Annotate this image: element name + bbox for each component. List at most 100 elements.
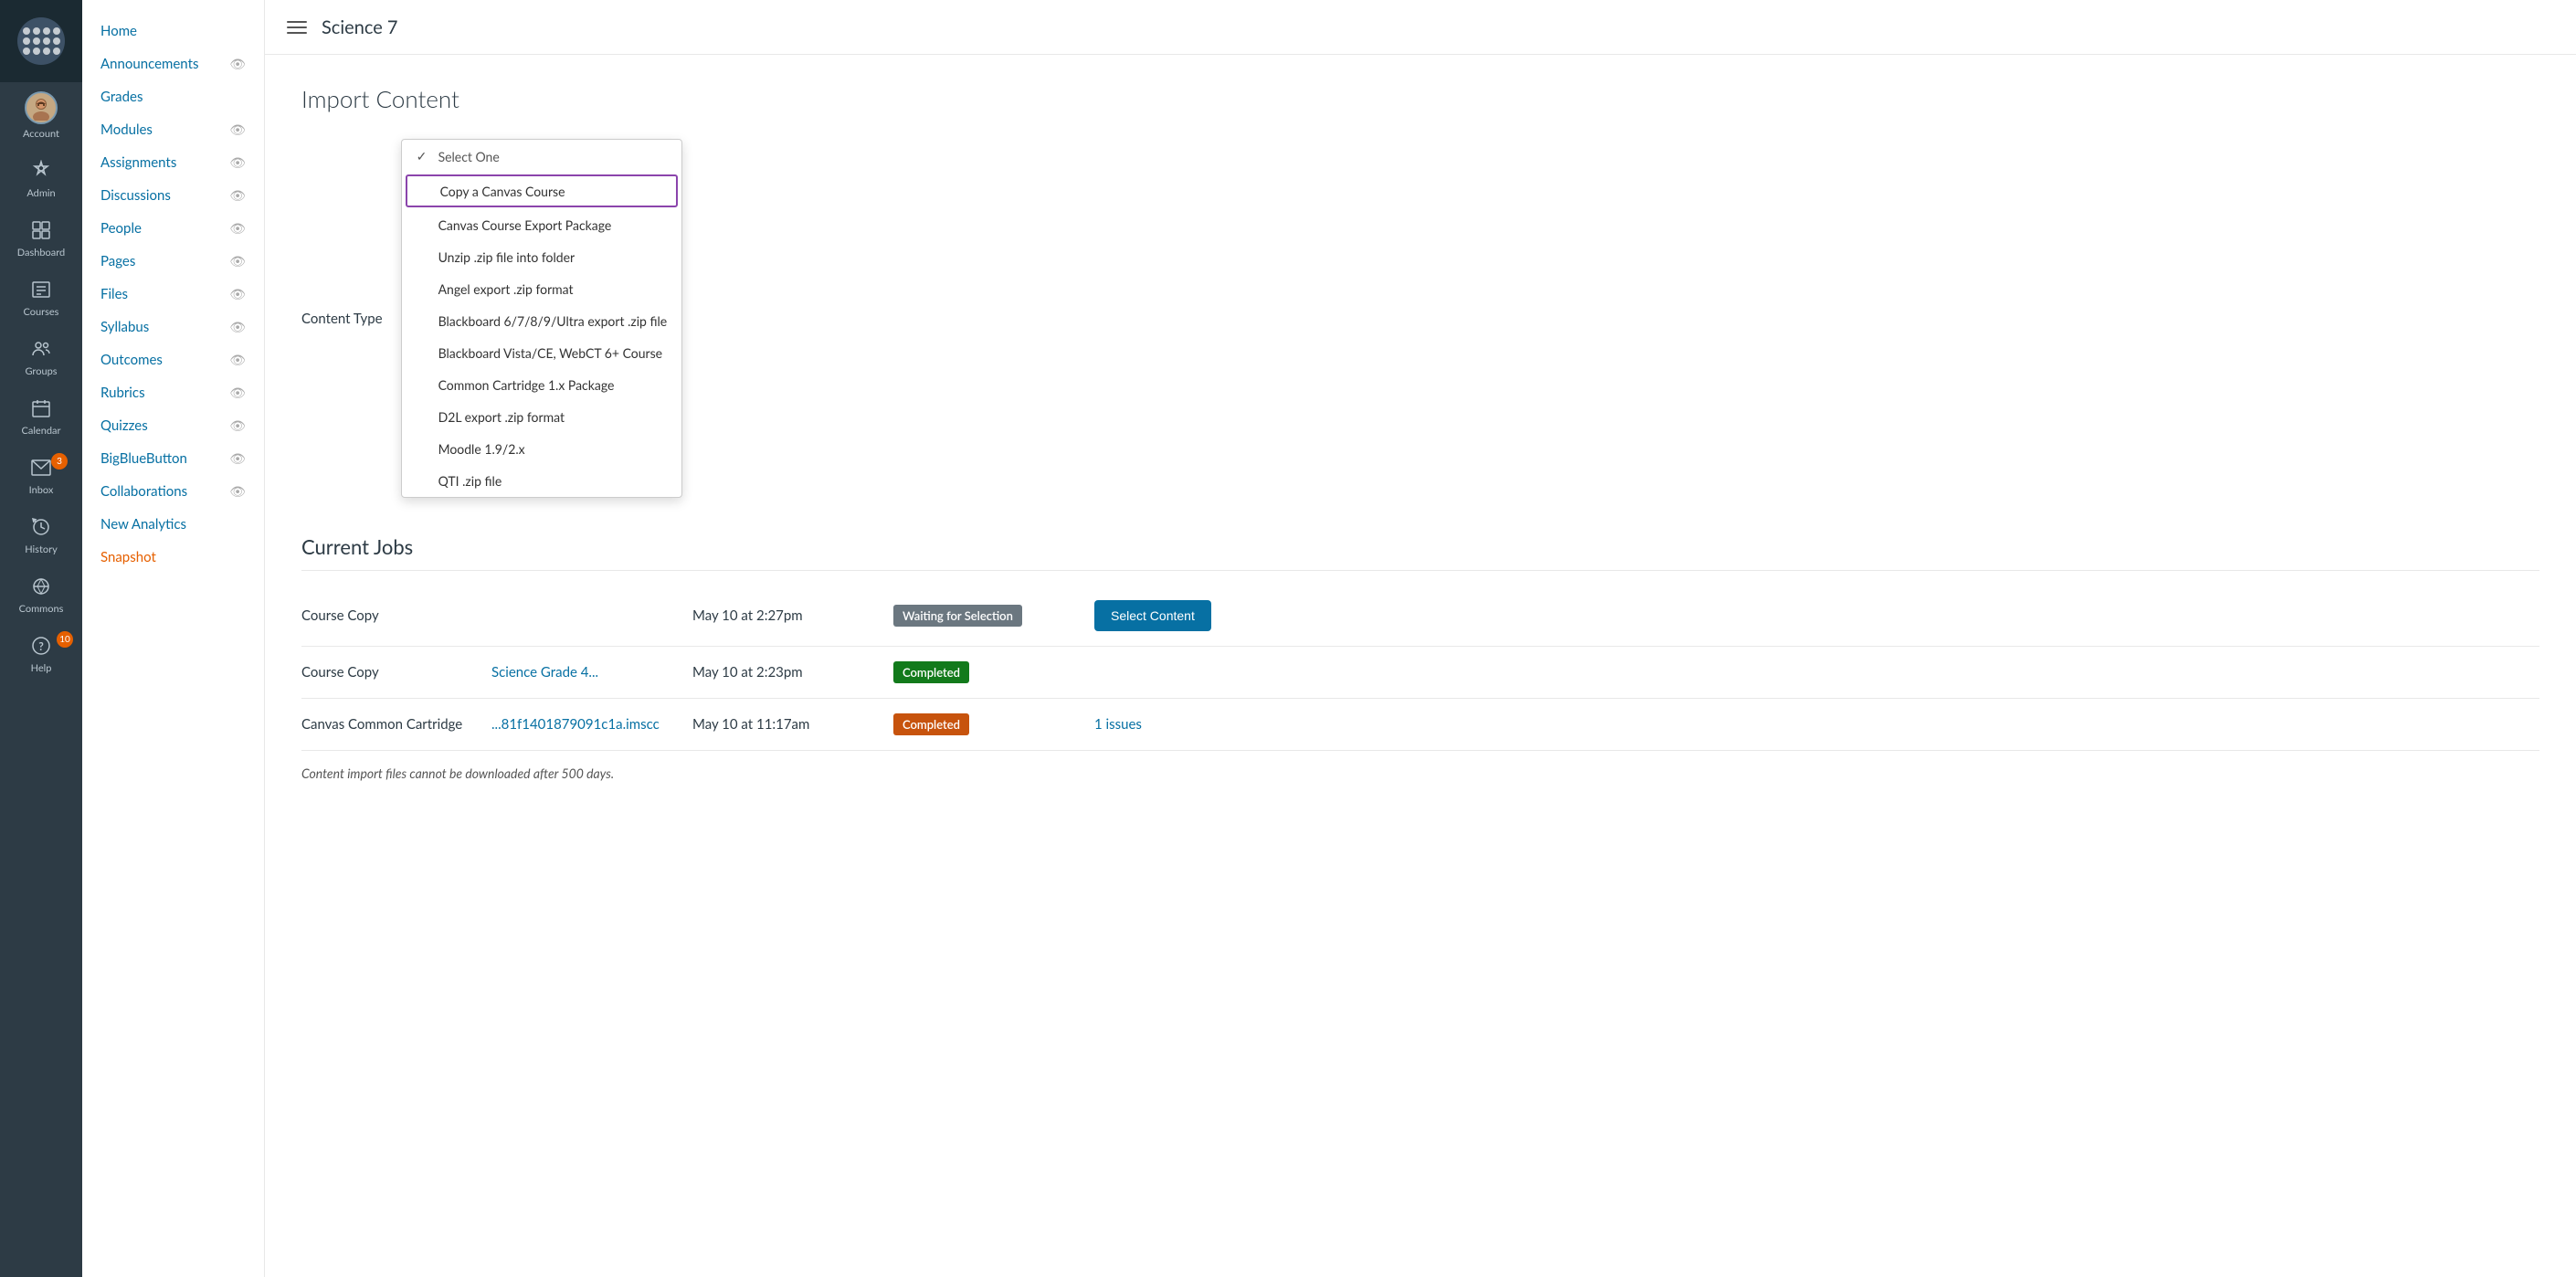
dropdown-item-unzip[interactable]: Unzip .zip file into folder xyxy=(402,241,682,273)
nav-label-dashboard: Dashboard xyxy=(17,247,65,259)
groups-icon xyxy=(28,336,54,362)
content-type-dropdown[interactable]: ✓ Select One ✓ Copy a Canvas Course Canv… xyxy=(401,139,683,498)
course-nav-quizzes[interactable]: Quizzes 👁 xyxy=(82,409,264,442)
dropdown-item-d2l[interactable]: D2L export .zip format xyxy=(402,401,682,433)
dropdown-item-qti[interactable]: QTI .zip file xyxy=(402,465,682,497)
dropdown-item-blackboard-vista[interactable]: Blackboard Vista/CE, WebCT 6+ Course xyxy=(402,337,682,369)
dropdown-item-common-cartridge[interactable]: Common Cartridge 1.x Package xyxy=(402,369,682,401)
nav-item-help[interactable]: ? 10 Help xyxy=(0,624,82,683)
job-date: May 10 at 11:17am xyxy=(685,699,886,751)
table-row: Course Copy Science Grade 4... May 10 at… xyxy=(301,647,2539,699)
job-type: Canvas Common Cartridge xyxy=(301,699,484,751)
nav-label-calendar: Calendar xyxy=(22,425,61,437)
job-source: ...81f1401879091c1a.imscc xyxy=(484,699,685,751)
course-nav-announcements[interactable]: Announcements 👁 xyxy=(82,47,264,80)
nav-item-commons[interactable]: Commons xyxy=(0,565,82,624)
nav-label-history: History xyxy=(25,544,58,555)
eye-icon: 👁 xyxy=(229,286,246,302)
course-nav-modules[interactable]: Modules 👁 xyxy=(82,113,264,146)
nav-item-dashboard[interactable]: Dashboard xyxy=(0,208,82,268)
status-badge: Completed xyxy=(893,661,969,683)
course-nav-syllabus[interactable]: Syllabus 👁 xyxy=(82,311,264,343)
eye-icon: 👁 xyxy=(229,352,246,368)
job-action: 1 issues xyxy=(1087,699,2539,751)
eye-icon: 👁 xyxy=(229,187,246,204)
job-source-link[interactable]: ...81f1401879091c1a.imscc xyxy=(491,716,660,733)
status-badge: Completed xyxy=(893,713,969,735)
nav-label-inbox: Inbox xyxy=(29,484,54,496)
course-nav-new-analytics[interactable]: New Analytics xyxy=(82,508,264,541)
table-row: Canvas Common Cartridge ...81f1401879091… xyxy=(301,699,2539,751)
course-nav-rubrics[interactable]: Rubrics 👁 xyxy=(82,376,264,409)
nav-item-calendar[interactable]: Calendar xyxy=(0,386,82,446)
nav-item-courses[interactable]: Courses xyxy=(0,268,82,327)
job-status: Completed xyxy=(886,647,1087,699)
eye-icon: 👁 xyxy=(229,319,246,335)
course-nav-home[interactable]: Home xyxy=(82,15,264,47)
status-badge: Waiting for Selection xyxy=(893,605,1022,627)
course-nav-outcomes[interactable]: Outcomes 👁 xyxy=(82,343,264,376)
nav-label-account: Account xyxy=(23,128,59,140)
job-date: May 10 at 2:23pm xyxy=(685,647,886,699)
footnote: Content import files cannot be downloade… xyxy=(301,765,2539,781)
eye-icon: 👁 xyxy=(229,385,246,401)
content-type-form: Content Type ✓ Select One ✓ Copy a Canva… xyxy=(301,139,2539,498)
course-nav-people[interactable]: People 👁 xyxy=(82,212,264,245)
course-nav-grades[interactable]: Grades xyxy=(82,80,264,113)
job-action xyxy=(1087,647,2539,699)
inbox-icon xyxy=(28,455,54,480)
content-area: Import Content Content Type ✓ Select One… xyxy=(265,55,2576,1277)
admin-icon xyxy=(28,158,54,184)
dropdown-item-blackboard[interactable]: Blackboard 6/7/8/9/Ultra export .zip fil… xyxy=(402,305,682,337)
select-content-button[interactable]: Select Content xyxy=(1094,600,1211,631)
hamburger-menu[interactable] xyxy=(287,21,307,34)
eye-icon: 👁 xyxy=(229,56,246,72)
dropdown-item-select-one[interactable]: ✓ Select One xyxy=(402,140,682,173)
eye-icon: 👁 xyxy=(229,483,246,500)
dropdown-item-canvas-export[interactable]: Canvas Course Export Package xyxy=(402,209,682,241)
nav-item-groups[interactable]: Groups xyxy=(0,327,82,386)
eye-icon: 👁 xyxy=(229,450,246,467)
current-jobs-title: Current Jobs xyxy=(301,534,2539,571)
eye-icon: 👁 xyxy=(229,253,246,269)
dropdown-item-moodle[interactable]: Moodle 1.9/2.x xyxy=(402,433,682,465)
help-badge: 10 xyxy=(57,631,73,648)
dropdown-item-copy-canvas[interactable]: ✓ Copy a Canvas Course xyxy=(406,174,679,207)
job-status: Waiting for Selection xyxy=(886,586,1087,647)
nav-item-account[interactable]: Account xyxy=(0,82,82,149)
job-type: Course Copy xyxy=(301,647,484,699)
course-nav-bigbluebutton[interactable]: BigBlueButton 👁 xyxy=(82,442,264,475)
avatar xyxy=(25,91,58,124)
nav-item-history[interactable]: History xyxy=(0,505,82,565)
main-area: Science 7 Import Content Content Type ✓ … xyxy=(265,0,2576,1277)
job-status: Completed xyxy=(886,699,1087,751)
nav-label-groups: Groups xyxy=(25,365,57,377)
nav-label-admin: Admin xyxy=(26,187,55,199)
course-nav-snapshot[interactable]: Snapshot xyxy=(82,541,264,574)
help-icon: ? xyxy=(28,633,54,659)
nav-item-admin[interactable]: Admin xyxy=(0,149,82,208)
top-bar: Science 7 xyxy=(265,0,2576,55)
calendar-icon xyxy=(28,396,54,421)
history-icon xyxy=(28,514,54,540)
dashboard-icon xyxy=(28,217,54,243)
course-nav-pages[interactable]: Pages 👁 xyxy=(82,245,264,278)
job-source: Science Grade 4... xyxy=(484,647,685,699)
eye-icon: 👁 xyxy=(229,154,246,171)
course-nav-files[interactable]: Files 👁 xyxy=(82,278,264,311)
inbox-badge: 3 xyxy=(51,453,68,470)
course-nav-assignments[interactable]: Assignments 👁 xyxy=(82,146,264,179)
job-action: Select Content xyxy=(1087,586,2539,647)
jobs-table: Course Copy May 10 at 2:27pm Waiting for… xyxy=(301,586,2539,751)
course-nav-discussions[interactable]: Discussions 👁 xyxy=(82,179,264,212)
issues-link[interactable]: 1 issues xyxy=(1094,716,1142,733)
nav-item-inbox[interactable]: 3 Inbox xyxy=(0,446,82,505)
canvas-logo[interactable] xyxy=(0,0,82,82)
job-source-link[interactable]: Science Grade 4... xyxy=(491,664,598,681)
course-nav-collaborations[interactable]: Collaborations 👁 xyxy=(82,475,264,508)
course-title: Science 7 xyxy=(322,16,398,38)
nav-label-courses: Courses xyxy=(24,306,59,318)
dropdown-item-angel[interactable]: Angel export .zip format xyxy=(402,273,682,305)
eye-icon: 👁 xyxy=(229,220,246,237)
job-source xyxy=(484,586,685,647)
